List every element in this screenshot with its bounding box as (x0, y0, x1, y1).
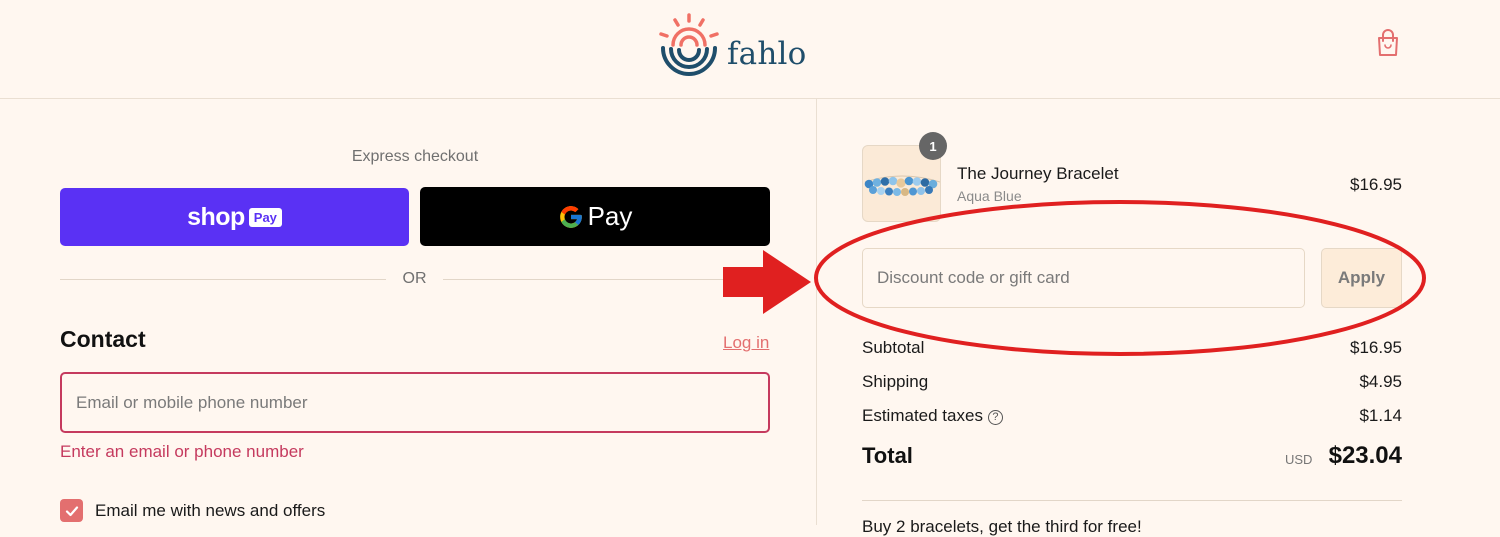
taxes-row: Estimated taxes? $1.14 (862, 406, 1402, 430)
fahlo-logo-icon (659, 13, 719, 76)
email-or-phone-input[interactable] (60, 372, 770, 433)
subtotal-value: $16.95 (1350, 338, 1402, 357)
or-separator: OR (60, 268, 770, 292)
google-pay-button[interactable]: Pay (420, 187, 770, 246)
log-in-link[interactable]: Log in (723, 333, 769, 353)
shop-pay-wordmark: shop (187, 202, 245, 231)
email-error-message: Enter an email or phone number (60, 442, 304, 461)
express-checkout-label: Express checkout (351, 148, 479, 165)
shopping-bag-icon[interactable] (1376, 29, 1400, 57)
shipping-value: $4.95 (1359, 372, 1402, 391)
quantity-badge: 1 (919, 132, 947, 160)
fahlo-logo[interactable]: fahlo (656, 12, 816, 76)
product-name: The Journey Bracelet (957, 164, 1119, 183)
newsletter-checkbox[interactable] (60, 499, 83, 522)
promo-message: Buy 2 bracelets, get the third for free! (862, 517, 1142, 536)
shop-pay-button[interactable]: shop Pay (60, 188, 409, 246)
checkmark-icon (65, 505, 78, 516)
taxes-value: $1.14 (1359, 406, 1402, 425)
total-label: Total (862, 443, 913, 468)
question-circle-icon[interactable]: ? (987, 410, 1003, 425)
subtotal-row: Subtotal $16.95 (862, 338, 1402, 362)
column-divider (816, 99, 817, 525)
or-line-left (60, 279, 386, 280)
total-value: $23.04 (1328, 442, 1402, 469)
product-price: $16.95 (1350, 175, 1402, 194)
summary-divider (862, 500, 1402, 501)
product-variant: Aqua Blue (957, 188, 1022, 204)
or-line-right (443, 279, 770, 280)
or-label: OR (402, 270, 427, 287)
site-header: fahlo (0, 0, 1500, 99)
brand-name: fahlo (727, 36, 807, 72)
taxes-label: Estimated taxes (862, 406, 983, 425)
shipping-row: Shipping $4.95 (862, 372, 1402, 396)
google-g-icon (559, 205, 582, 228)
newsletter-label: Email me with news and offers (95, 501, 326, 520)
subtotal-label: Subtotal (862, 338, 925, 357)
shop-pay-badge: Pay (248, 208, 282, 227)
contact-heading: Contact (60, 326, 146, 352)
apply-discount-button[interactable]: Apply (1321, 248, 1402, 308)
google-pay-label: Pay (587, 201, 633, 231)
discount-code-input[interactable] (862, 248, 1305, 308)
shipping-label: Shipping (862, 372, 929, 391)
total-currency: USD (1285, 452, 1313, 467)
